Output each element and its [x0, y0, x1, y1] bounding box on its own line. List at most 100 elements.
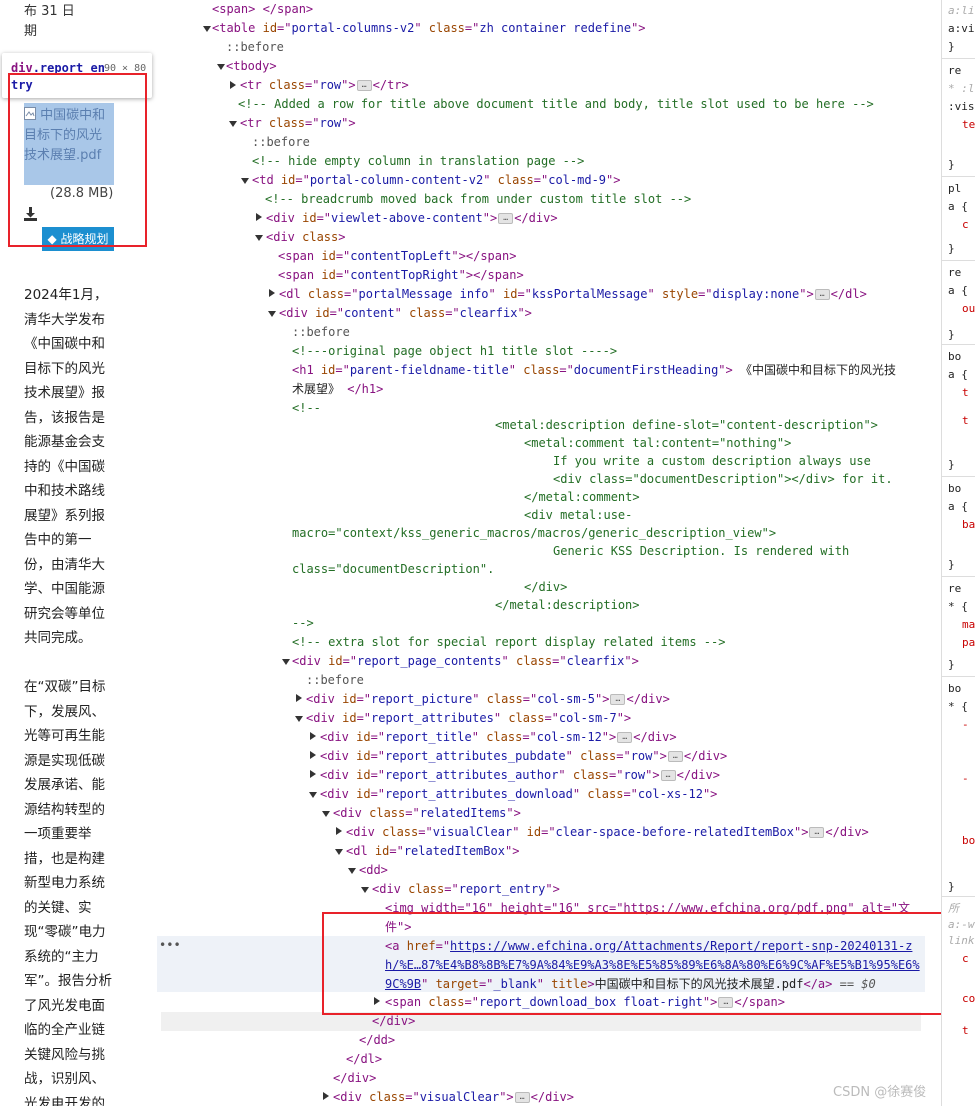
collapse-arrow-icon[interactable] — [310, 770, 316, 778]
code-line[interactable]: <dl class="portalMessage info" id="kssPo… — [279, 285, 867, 304]
collapse-arrow-icon[interactable] — [230, 81, 236, 89]
style-property[interactable]: bo — [962, 832, 975, 850]
style-rule[interactable]: a:li — [948, 2, 975, 20]
expand-arrow-icon[interactable] — [335, 849, 343, 855]
expand-arrow-icon[interactable] — [348, 868, 356, 874]
code-comment[interactable]: <!-- Added a row for title above documen… — [238, 95, 874, 114]
code-comment[interactable]: <!-- extra slot for special report displ… — [292, 633, 725, 652]
expand-arrow-icon[interactable] — [282, 659, 290, 665]
collapse-arrow-icon[interactable] — [310, 732, 316, 740]
code-line-selected[interactable]: 9C%9B" target="_blank" title>中国碳中和目标下的风光… — [385, 975, 876, 994]
expand-arrow-icon[interactable] — [361, 887, 369, 893]
code-line[interactable]: <span id="contentTopRight"></span> — [278, 266, 524, 285]
style-property[interactable]: t — [962, 384, 969, 402]
style-rule[interactable]: * :l — [948, 80, 975, 98]
code-line[interactable]: <dl id="relatedItemBox"> — [346, 842, 519, 861]
code-comment[interactable]: class="documentDescription". — [292, 560, 494, 579]
collapse-arrow-icon[interactable] — [269, 289, 275, 297]
style-rule[interactable]: re — [948, 264, 961, 282]
code-line[interactable]: <div id="report_attributes_download" cla… — [320, 785, 717, 804]
expand-arrow-icon[interactable] — [203, 26, 211, 32]
code-line[interactable]: <img width="16" height="16" src="https:/… — [385, 899, 910, 918]
node-menu-icon[interactable]: ••• — [159, 938, 181, 952]
style-rule[interactable]: link — [948, 932, 975, 950]
code-line[interactable]: </div> — [333, 1069, 376, 1088]
code-comment[interactable]: <metal:description define-slot="content-… — [495, 416, 878, 435]
collapse-arrow-icon[interactable] — [296, 694, 302, 702]
code-line[interactable]: <tr class="row"> — [240, 114, 356, 133]
code-line[interactable]: <table id="portal-columns-v2" class="zh … — [212, 19, 646, 38]
style-rule[interactable]: a { — [948, 282, 968, 300]
style-property[interactable]: t — [962, 412, 969, 430]
style-rule[interactable]: * { — [948, 598, 968, 616]
code-comment[interactable]: <metal:comment tal:content="nothing"> — [524, 434, 791, 453]
code-comment[interactable]: macro="context/kss_generic_macros/macros… — [292, 524, 776, 543]
code-line[interactable]: <td id="portal-column-content-v2" class=… — [252, 171, 620, 190]
code-line[interactable]: <tr class="row">… </tr> — [240, 76, 409, 95]
collapse-arrow-icon[interactable] — [336, 827, 342, 835]
style-property[interactable]: c — [962, 950, 969, 968]
code-line[interactable]: <div id="report_title" class="col-sm-12"… — [320, 728, 677, 747]
collapse-arrow-icon[interactable] — [256, 213, 262, 221]
style-rule[interactable]: a { — [948, 498, 968, 516]
style-property[interactable]: - — [962, 716, 969, 734]
styles-panel[interactable]: a:li a:vi } re * :l :vis te } pl a { c }… — [941, 0, 975, 1106]
code-comment[interactable]: <!---original page object h1 title slot … — [292, 342, 617, 361]
code-line[interactable]: </dl> — [346, 1050, 382, 1069]
code-line[interactable]: ::before — [252, 133, 310, 152]
code-line[interactable]: <span id="contentTopLeft"></span> — [278, 247, 516, 266]
collapse-arrow-icon[interactable] — [323, 1092, 329, 1100]
style-rule[interactable]: re — [948, 580, 961, 598]
style-property[interactable]: ou — [962, 300, 975, 318]
code-comment[interactable]: </div> — [524, 578, 567, 597]
code-line[interactable]: <div class="report_entry"> — [372, 880, 560, 899]
code-line[interactable]: </div> — [372, 1012, 415, 1031]
expand-arrow-icon[interactable] — [268, 311, 276, 317]
code-comment[interactable]: <div class="documentDescription"></div> … — [553, 470, 893, 489]
style-property[interactable]: te — [962, 116, 975, 134]
style-rule[interactable]: a:vi — [948, 20, 975, 38]
style-rule[interactable]: pl — [948, 180, 961, 198]
code-line[interactable]: <div class="visualClear">… </div> — [333, 1088, 574, 1106]
code-line[interactable]: <div class> — [266, 228, 345, 247]
expand-arrow-icon[interactable] — [229, 121, 237, 127]
collapse-arrow-icon[interactable] — [310, 751, 316, 759]
style-property[interactable]: ma — [962, 616, 975, 634]
style-rule[interactable]: :vis — [948, 98, 975, 116]
code-line[interactable]: <span class="report_download_box float-r… — [385, 993, 785, 1012]
style-rule[interactable]: re — [948, 62, 961, 80]
style-property[interactable]: co — [962, 990, 975, 1008]
code-comment[interactable]: </metal:description> — [495, 596, 640, 615]
collapse-arrow-icon[interactable] — [374, 997, 380, 1005]
code-comment[interactable]: <!-- — [292, 399, 321, 418]
style-property[interactable]: - — [962, 770, 969, 788]
style-rule[interactable]: bo — [948, 680, 961, 698]
download-icon[interactable] — [24, 207, 37, 221]
code-line[interactable]: ::before — [226, 38, 284, 57]
style-rule[interactable]: a { — [948, 366, 968, 384]
code-comment[interactable]: <div metal:use- — [524, 506, 632, 525]
code-line-selected[interactable]: h/%E…87%E4%B8%8B%E7%9A%84%E9%A3%8E%E5%85… — [385, 956, 920, 975]
style-property[interactable]: ba — [962, 516, 975, 534]
expand-arrow-icon[interactable] — [309, 792, 317, 798]
code-line[interactable]: </dd> — [359, 1031, 395, 1050]
code-line[interactable]: ::before — [306, 671, 364, 690]
pdf-link[interactable]: 中国碳中和目标下的风光技术展望.pdf — [24, 106, 114, 166]
style-rule[interactable]: a { — [948, 198, 968, 216]
style-property[interactable]: t — [962, 1022, 969, 1040]
expand-arrow-icon[interactable] — [241, 178, 249, 184]
code-line[interactable]: <dd> — [359, 861, 388, 880]
style-property[interactable]: c — [962, 216, 969, 234]
code-comment[interactable]: <!-- hide empty column in translation pa… — [252, 152, 584, 171]
code-line[interactable]: <div id="report_attributes_pubdate" clas… — [320, 747, 727, 766]
code-line[interactable]: <div id="report_attributes" class="col-s… — [306, 709, 631, 728]
code-line[interactable]: <tbody> — [226, 57, 277, 76]
expand-arrow-icon[interactable] — [255, 235, 263, 241]
code-line[interactable]: <div class="visualClear" id="clear-space… — [346, 823, 869, 842]
code-line-selected[interactable]: <a href="https://www.efchina.org/Attachm… — [385, 937, 912, 956]
code-line[interactable]: <div id="content" class="clearfix"> — [279, 304, 532, 323]
style-rule[interactable]: bo — [948, 348, 961, 366]
style-property[interactable]: pa — [962, 634, 975, 652]
code-comment[interactable]: --> — [292, 614, 314, 633]
code-line[interactable]: <div id="viewlet-above-content">… </div> — [266, 209, 558, 228]
